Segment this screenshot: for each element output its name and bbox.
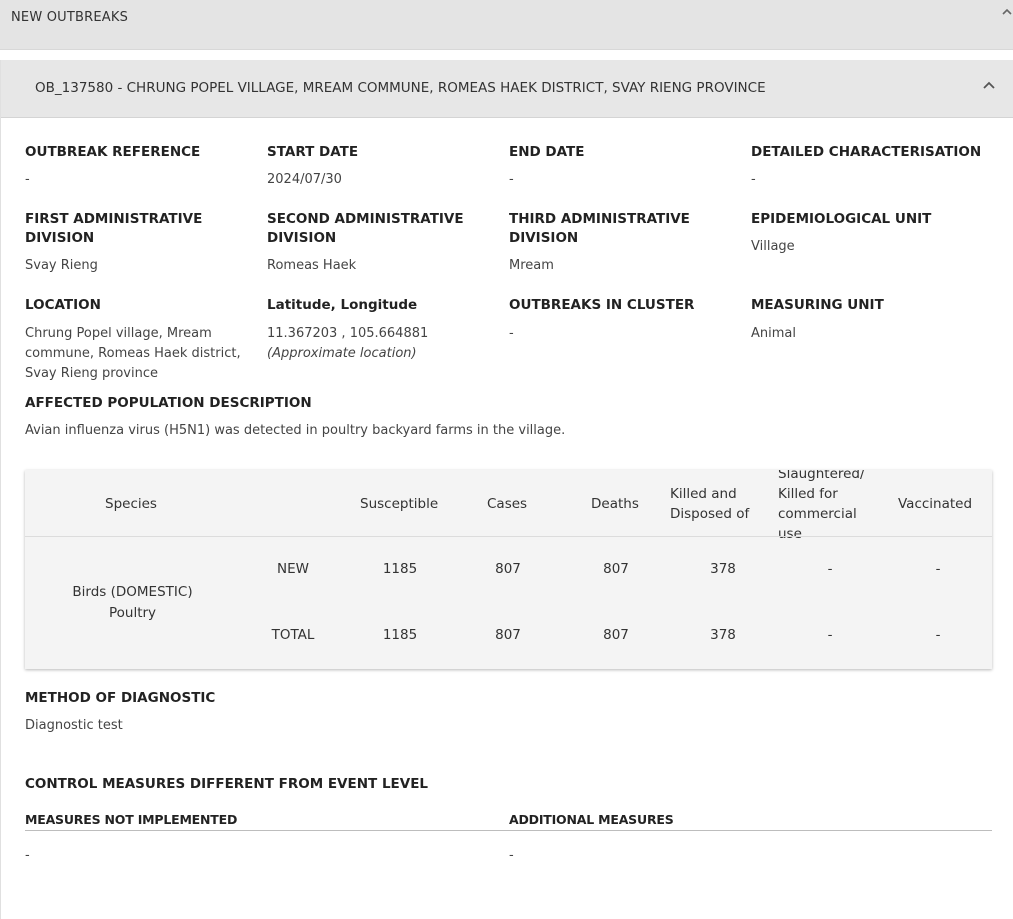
col-killed: Killed and Disposed of (670, 484, 749, 524)
first-admin-label: FIRST ADMINISTRATIVE DIVISION (25, 210, 202, 248)
outbreak-reference-value: - (25, 172, 30, 187)
latlong-label: Latitude, Longitude (267, 297, 418, 313)
second-admin-label: SECOND ADMINISTRATIVE DIVISION (267, 210, 464, 248)
species-name-line2: Poultry (108, 605, 157, 621)
second-admin-label-line2: DIVISION (267, 230, 337, 246)
col-slaughtered-line3: commercial (778, 506, 857, 522)
population-label: AFFECTED POPULATION DESCRIPTION (25, 395, 312, 411)
second-admin-value: Romeas Haek (267, 258, 357, 273)
section-title: NEW OUTBREAKS (11, 10, 129, 25)
col-cases: Cases (487, 496, 528, 512)
characterisation-value: - (751, 172, 756, 187)
location-value: Chrung Popel village, Mream commune, Rom… (25, 324, 241, 384)
table-header-divider (25, 536, 992, 537)
cluster-value: - (509, 326, 514, 341)
control-measures-divider (25, 830, 992, 831)
characterisation-label: DETAILED CHARACTERISATION (751, 144, 982, 160)
start-date-label: START DATE (267, 144, 359, 160)
outbreak-title: OB_137580 - CHRUNG POPEL VILLAGE, MREAM … (35, 80, 766, 96)
species-name-line1: Birds (DOMESTIC) (72, 584, 193, 600)
epi-unit-label: EPIDEMIOLOGICAL UNIT (751, 211, 932, 227)
additional-measures-value: - (509, 848, 514, 863)
col-species: Species (105, 496, 157, 512)
population-value: Avian influenza virus (H5N1) was detecte… (25, 423, 566, 438)
col-slaughtered-line4: use (778, 526, 802, 542)
killed-value: 378 (710, 627, 736, 643)
deaths-value: 807 (603, 561, 629, 577)
third-admin-value: Mream (509, 258, 554, 273)
row-type: TOTAL (271, 627, 315, 643)
latlong-value: 11.367203 , 105.664881 (Approximate loca… (267, 324, 428, 364)
cases-value: 807 (495, 561, 521, 577)
vaccinated-value: - (935, 561, 941, 577)
measuring-unit-label: MEASURING UNIT (751, 297, 884, 313)
slaughtered-value: - (827, 561, 833, 577)
new-outbreaks-header[interactable]: NEW OUTBREAKS (0, 0, 1013, 50)
outbreak-reference-label: OUTBREAK REFERENCE (25, 144, 201, 160)
latlong-coordinates: 11.367203 , 105.664881 (267, 326, 429, 341)
location-line2: commune, Romeas Haek district, (25, 346, 241, 361)
latlong-note: (Approximate location) (267, 346, 417, 361)
col-slaughtered-line1: Slaughtered/ (778, 470, 865, 482)
col-vaccinated: Vaccinated (898, 496, 973, 512)
end-date-label: END DATE (509, 144, 585, 160)
vaccinated-value: - (935, 627, 941, 643)
row-type: NEW (277, 561, 309, 577)
cluster-label: OUTBREAKS IN CLUSTER (509, 297, 695, 313)
first-admin-value: Svay Rieng (25, 258, 98, 273)
deaths-value: 807 (603, 627, 629, 643)
start-date-value: 2024/07/30 (267, 172, 342, 187)
diagnostic-value: Diagnostic test (25, 718, 123, 733)
first-admin-label-line1: FIRST ADMINISTRATIVE (25, 211, 203, 227)
col-susceptible: Susceptible (360, 496, 439, 512)
second-admin-label-line1: SECOND ADMINISTRATIVE (267, 211, 464, 227)
third-admin-label-line1: THIRD ADMINISTRATIVE (509, 211, 690, 227)
end-date-value: - (509, 172, 514, 187)
chevron-up-icon[interactable] (982, 80, 996, 90)
species-table: Species Susceptible Cases Deaths Killed … (25, 470, 992, 669)
col-slaughtered-line2: Killed for (778, 486, 838, 502)
measures-not-implemented-value: - (25, 848, 30, 863)
additional-measures-label: ADDITIONAL MEASURES (509, 812, 674, 827)
diagnostic-label: METHOD OF DIAGNOSTIC (25, 690, 216, 706)
measures-not-implemented-label: MEASURES NOT IMPLEMENTED (25, 812, 238, 827)
species-cell: Birds (DOMESTIC) Poultry (45, 582, 220, 624)
col-killed-line2: Disposed of (670, 506, 750, 522)
susceptible-value: 1185 (382, 627, 418, 643)
slaughtered-value: - (827, 627, 833, 643)
outbreak-panel-header[interactable]: OB_137580 - CHRUNG POPEL VILLAGE, MREAM … (1, 60, 1013, 118)
col-killed-line1: Killed and (670, 486, 737, 502)
first-admin-label-line2: DIVISION (25, 230, 95, 246)
chevron-up-icon[interactable] (1001, 6, 1013, 18)
control-measures-title: CONTROL MEASURES DIFFERENT FROM EVENT LE… (25, 776, 429, 792)
col-slaughtered: Slaughtered/ Killed for commercial use (778, 470, 865, 544)
susceptible-value: 1185 (382, 561, 418, 577)
cases-value: 807 (495, 627, 521, 643)
measuring-unit-value: Animal (751, 326, 796, 341)
location-line1: Chrung Popel village, Mream (25, 326, 212, 341)
epi-unit-value: Village (751, 239, 795, 254)
location-label: LOCATION (25, 297, 101, 313)
killed-value: 378 (710, 561, 736, 577)
third-admin-label-line2: DIVISION (509, 230, 579, 246)
third-admin-label: THIRD ADMINISTRATIVE DIVISION (509, 210, 690, 248)
col-deaths: Deaths (591, 496, 639, 512)
location-line3: Svay Rieng province (25, 366, 158, 381)
